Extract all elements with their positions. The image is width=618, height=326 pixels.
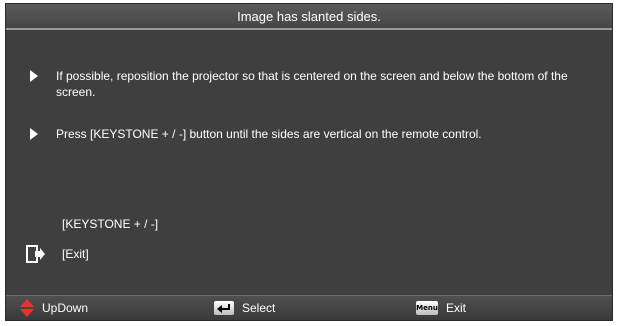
instruction-item: Press [KEYSTONE + / -] button until the … <box>30 126 608 142</box>
select-label: Select <box>242 301 276 315</box>
arrow-right-icon <box>30 70 38 82</box>
instruction-text: Press [KEYSTONE + / -] button until the … <box>56 127 482 141</box>
keystone-option[interactable]: [KEYSTONE + / -] <box>62 216 158 232</box>
dialog-content: If possible, reposition the projector so… <box>6 30 612 296</box>
updown-hint: UpDown <box>20 296 88 320</box>
dialog-title: Image has slanted sides. <box>6 4 612 30</box>
menu-key-icon: Menu <box>416 301 438 315</box>
instruction-item: If possible, reposition the projector so… <box>30 68 608 100</box>
instruction-text: If possible, reposition the projector so… <box>56 69 568 99</box>
enter-key-icon <box>214 301 234 315</box>
osd-dialog: Image has slanted sides. If possible, re… <box>6 4 612 320</box>
exit-label: Exit <box>446 301 467 315</box>
up-down-arrows-icon <box>20 299 34 317</box>
exit-option[interactable]: [Exit] <box>62 246 89 262</box>
menu-exit-hint: Menu Exit <box>416 296 466 320</box>
footer-hint-bar: UpDown Select Menu Exit <box>6 295 612 320</box>
arrow-right-icon <box>30 128 38 140</box>
select-hint: Select <box>214 296 275 320</box>
updown-label: UpDown <box>42 301 89 315</box>
exit-door-icon[interactable] <box>26 245 46 263</box>
